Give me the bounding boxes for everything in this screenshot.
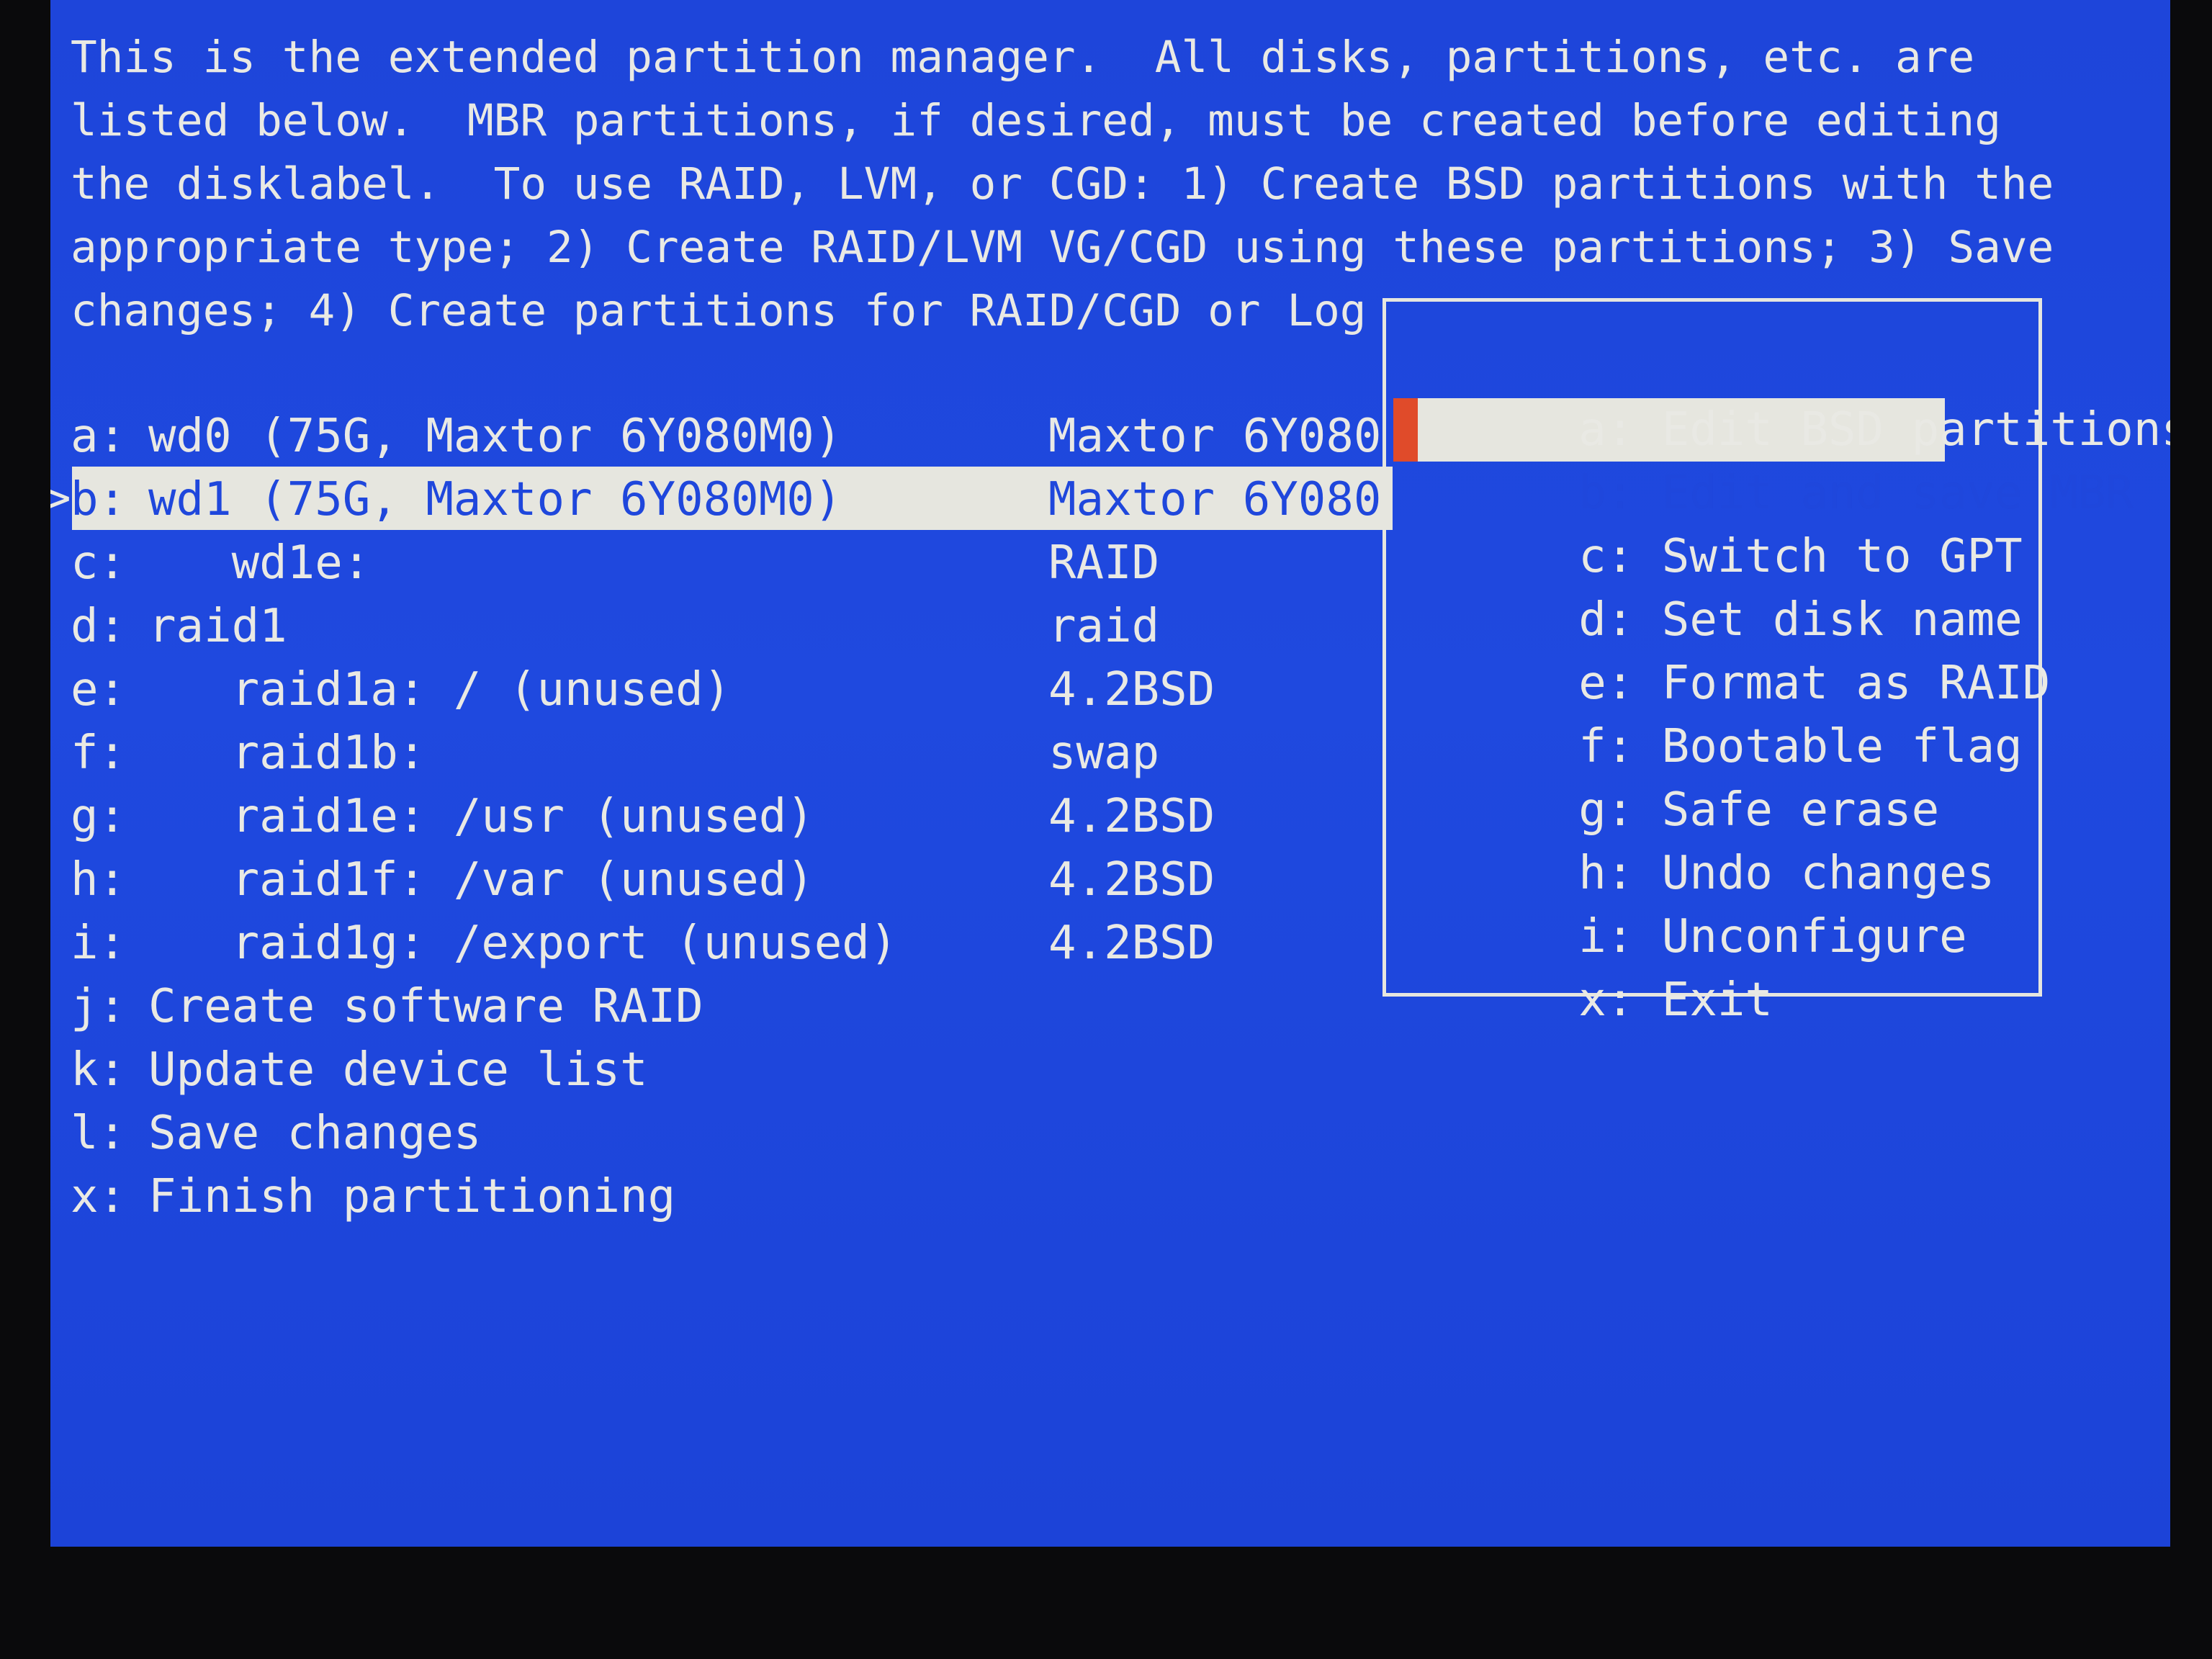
action-update-device-list[interactable]: k: Update device list xyxy=(50,1038,2170,1102)
device-name: raid1a: / (unused) xyxy=(148,663,732,716)
row-key: a: xyxy=(71,410,127,463)
action-label: Save changes xyxy=(148,1107,482,1160)
device-name: raid1 xyxy=(148,600,287,653)
row-key: f: xyxy=(71,727,127,780)
intro-line-4: appropriate type; 2) Create RAID/LVM VG/… xyxy=(71,222,2054,273)
device-type: RAID xyxy=(1048,536,1160,590)
row-key: k: xyxy=(71,1043,127,1097)
menu-label: Exit xyxy=(1661,974,1773,1027)
action-label: Create software RAID xyxy=(148,980,703,1033)
menu-key: x: xyxy=(1578,974,1635,1027)
device-type: Maxtor 6Y080 xyxy=(1048,410,1382,463)
row-key: i: xyxy=(71,917,127,970)
device-type: 4.2BSD xyxy=(1048,917,1215,970)
row-key: x: xyxy=(71,1170,127,1223)
action-save-changes[interactable]: l: Save changes xyxy=(50,1102,2170,1165)
action-label: Update device list xyxy=(148,1043,648,1097)
device-name: raid1f: /var (unused) xyxy=(148,853,814,907)
device-type: swap xyxy=(1048,727,1160,780)
intro-line-2: listed below. MBR partitions, if desired… xyxy=(71,95,2001,146)
intro-line-5: changes; 4) Create partitions for RAID/C… xyxy=(71,285,1367,336)
disk-action-popup: a: Edit BSD partitions b: Edit and save … xyxy=(1382,298,2170,1027)
device-name: wd1 (75G, Maxtor 6Y080M0) xyxy=(148,473,842,526)
device-type: Maxtor 6Y080 xyxy=(1048,473,1382,526)
action-finish-partitioning[interactable]: x: Finish partitioning xyxy=(50,1165,2170,1228)
device-type: raid xyxy=(1048,600,1160,653)
device-name: wd0 (75G, Maxtor 6Y080M0) xyxy=(148,410,842,463)
row-key: h: xyxy=(71,853,127,907)
row-key: j: xyxy=(71,980,127,1033)
menu-item-exit[interactable]: x: Exit xyxy=(1412,905,1773,1095)
row-key: e: xyxy=(71,663,127,716)
action-label: Finish partitioning xyxy=(148,1170,676,1223)
device-type: 4.2BSD xyxy=(1048,790,1215,843)
device-name: raid1b: xyxy=(148,727,426,780)
row-key: b: xyxy=(71,473,127,526)
device-type: 4.2BSD xyxy=(1048,663,1215,716)
row-key: l: xyxy=(71,1107,127,1160)
device-name: wd1e: xyxy=(148,536,371,590)
intro-line-3: the disklabel. To use RAID, LVM, or CGD:… xyxy=(71,158,2054,210)
row-key: c: xyxy=(71,536,127,590)
device-name: raid1e: /usr (unused) xyxy=(148,790,814,843)
intro-line-1: This is the extended partition manager. … xyxy=(71,32,1975,83)
row-key: d: xyxy=(71,600,127,653)
device-type: 4.2BSD xyxy=(1048,853,1215,907)
terminal-screen: This is the extended partition manager. … xyxy=(50,0,2170,1547)
device-name: raid1g: /export (unused) xyxy=(148,917,898,970)
row-key: g: xyxy=(71,790,127,843)
